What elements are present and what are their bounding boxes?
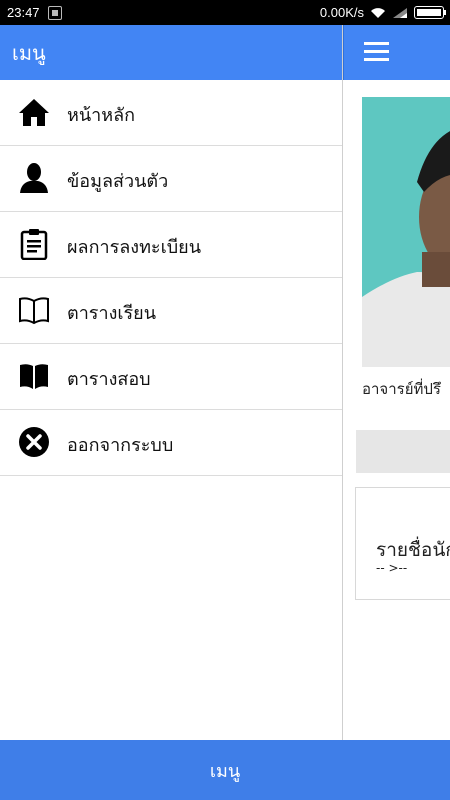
open-book-filled-icon bbox=[20, 364, 48, 389]
drawer-header: เมนู bbox=[0, 25, 342, 80]
main-app-bar bbox=[343, 25, 450, 80]
status-bar: 23:47 0.00K/s bbox=[0, 0, 450, 25]
battery-icon bbox=[414, 6, 446, 19]
person-photo-icon bbox=[362, 97, 450, 367]
advisor-label: อาจารย์ที่ปรึ bbox=[362, 380, 441, 398]
close-circle-icon bbox=[19, 427, 49, 457]
profile-photo bbox=[362, 97, 450, 367]
menu-item-exam-schedule[interactable]: ตารางสอบ bbox=[0, 344, 342, 410]
menu-label-home: หน้าหลัก bbox=[67, 105, 136, 126]
battery-level bbox=[417, 9, 441, 16]
bottom-menu-button[interactable]: เมนู bbox=[0, 740, 450, 800]
person-icon bbox=[20, 163, 48, 193]
menu-item-logout[interactable]: ออกจากระบบ bbox=[0, 410, 342, 476]
status-right: 0.00K/s bbox=[319, 0, 446, 25]
home-icon bbox=[19, 99, 49, 126]
menu-label-exam-schedule: ตารางสอบ bbox=[67, 369, 151, 390]
menu-item-profile[interactable]: ข้อมูลส่วนตัว bbox=[0, 146, 342, 212]
wifi-icon bbox=[371, 7, 385, 18]
main-content: อาจารย์ที่ปรึ รายชื่อนัก -- >-- bbox=[343, 25, 450, 740]
menu-label-logout: ออกจากระบบ bbox=[67, 435, 174, 456]
signal-icon bbox=[393, 7, 407, 18]
clipboard-icon bbox=[20, 229, 48, 260]
menu-item-home[interactable]: หน้าหลัก bbox=[0, 80, 342, 146]
menu-item-class-schedule[interactable]: ตารางเรียน bbox=[0, 278, 342, 344]
section-header-bar bbox=[356, 430, 450, 473]
menu-label-registration: ผลการลงทะเบียน bbox=[67, 237, 202, 258]
card-subtitle: -- >-- bbox=[376, 561, 408, 575]
notification-icon bbox=[47, 5, 62, 20]
menu-label-profile: ข้อมูลส่วนตัว bbox=[67, 171, 169, 192]
navigation-drawer: เมนู หน้าหลัก ข้อมูลส่วนตัว ผลการลงทะเบี… bbox=[0, 25, 343, 740]
network-speed: 0.00K/s bbox=[319, 5, 364, 20]
bottom-menu-label: เมนู bbox=[209, 760, 241, 782]
menu-label-class-schedule: ตารางเรียน bbox=[67, 303, 157, 324]
student-list-card[interactable]: รายชื่อนัก -- >-- bbox=[355, 487, 450, 600]
drawer-title: เมนู bbox=[12, 40, 46, 65]
menu-item-registration[interactable]: ผลการลงทะเบียน bbox=[0, 212, 342, 278]
status-time: 23:47 bbox=[7, 5, 40, 20]
hamburger-menu-icon[interactable] bbox=[364, 42, 389, 62]
open-book-outline-icon bbox=[19, 297, 49, 325]
drawer-menu: หน้าหลัก ข้อมูลส่วนตัว ผลการลงทะเบียน ตา… bbox=[0, 80, 342, 476]
